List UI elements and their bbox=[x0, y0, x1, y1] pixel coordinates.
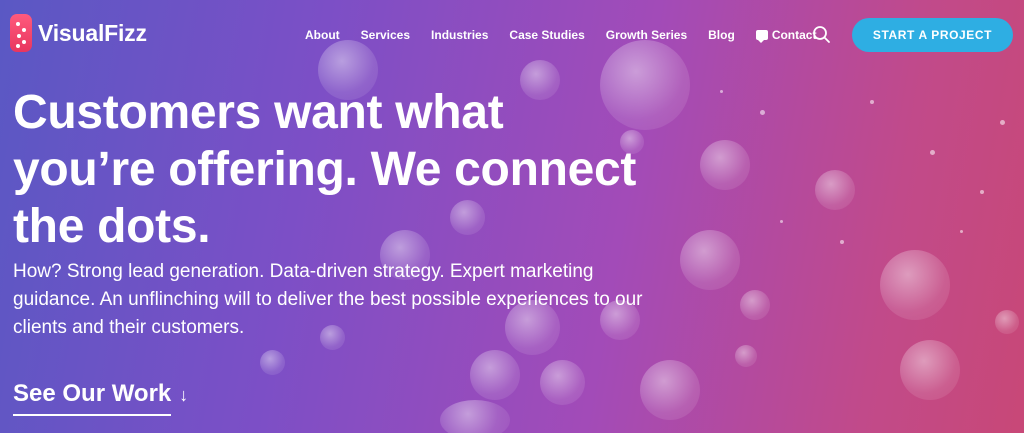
start-project-button[interactable]: START A PROJECT bbox=[852, 18, 1013, 52]
arrow-down-icon: ↓ bbox=[179, 384, 189, 405]
main-nav: About Services Industries Case Studies G… bbox=[305, 28, 837, 43]
chat-icon bbox=[755, 30, 768, 43]
search-icon bbox=[813, 26, 830, 43]
see-our-work-link[interactable]: See Our Work ↓ bbox=[13, 380, 188, 416]
hero-subtitle: How? Strong lead generation. Data-driven… bbox=[13, 261, 643, 338]
hero-title-line-2: you’re offering. We connect bbox=[13, 143, 637, 196]
nav-item-blog[interactable]: Blog bbox=[708, 28, 735, 42]
site-header: VisualFizz About Services Industries Cas… bbox=[0, 0, 1024, 72]
nav-item-case-studies[interactable]: Case Studies bbox=[509, 28, 584, 42]
brand-name: VisualFizz bbox=[38, 19, 147, 46]
hero-title-line-3: the dots. bbox=[13, 200, 211, 253]
see-our-work-label: See Our Work bbox=[13, 380, 172, 416]
hero-title-line-1: Customers want what bbox=[13, 86, 504, 139]
nav-item-growth-series[interactable]: Growth Series bbox=[606, 28, 687, 42]
nav-item-contact[interactable]: Contact bbox=[755, 28, 817, 43]
nav-item-industries[interactable]: Industries bbox=[431, 28, 488, 42]
hero-title: Customers want what you’re offering. We … bbox=[13, 84, 713, 255]
nav-item-contact-label: Contact bbox=[771, 28, 817, 42]
brand-logo[interactable]: VisualFizz bbox=[10, 14, 147, 52]
fizz-bottle-icon bbox=[10, 14, 32, 52]
nav-item-about[interactable]: About bbox=[305, 28, 340, 42]
nav-item-services[interactable]: Services bbox=[361, 28, 410, 42]
search-button[interactable] bbox=[812, 25, 832, 45]
